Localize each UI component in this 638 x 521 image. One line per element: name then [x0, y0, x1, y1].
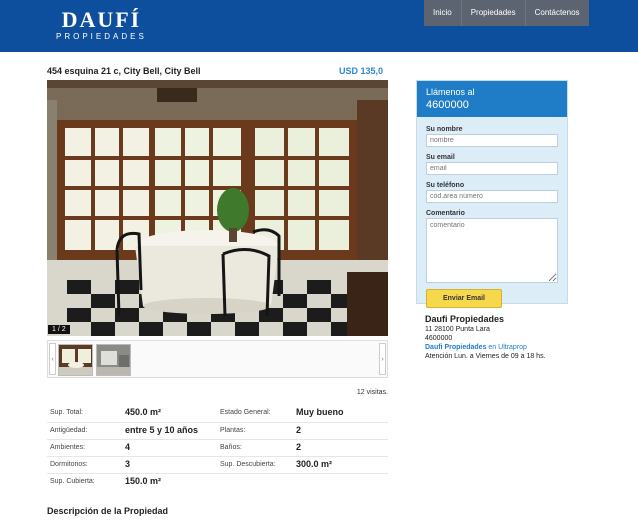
- contact-form-panel: Llámenos al 4600000 Su nombre Su email S…: [416, 80, 568, 308]
- thumbnail-strip: ‹ ›: [47, 340, 388, 378]
- features-row: Ambientes: 4 Baños: 2: [47, 439, 388, 456]
- description-heading: Descripción de la Propiedad: [47, 506, 169, 516]
- nav-inicio[interactable]: Inicio: [424, 0, 461, 26]
- agency-link[interactable]: Daufi Propiedades: [425, 344, 486, 351]
- features-row: Dormitorios: 3 Sup. Descubierta: 300.0 m…: [47, 456, 388, 473]
- contact-header: Llámenos al 4600000: [417, 81, 567, 117]
- feature-label: Sup. Total:: [50, 409, 83, 416]
- feature-value: 300.0 m²: [296, 459, 333, 469]
- agency-phone: 4600000: [425, 335, 453, 342]
- feature-value: 3: [125, 459, 131, 469]
- feature-label: Ambientes:: [50, 444, 86, 451]
- name-field[interactable]: [426, 134, 558, 147]
- photo-counter: 1 / 2: [48, 325, 70, 334]
- feature-value: 150.0 m²: [125, 476, 162, 486]
- visit-count: 12 visitas.: [356, 389, 388, 396]
- thumbnail-1[interactable]: [58, 344, 93, 376]
- send-email-button[interactable]: Enviar Email: [426, 289, 502, 308]
- feature-value: 2: [296, 425, 302, 435]
- thumbnail-2[interactable]: [96, 344, 131, 376]
- agency-address: 11 28100 Punta Lara: [425, 326, 490, 333]
- feature-label: Sup. Cubierta:: [50, 478, 95, 485]
- features-row: Sup. Cubierta: 150.0 m²: [47, 473, 388, 490]
- feature-value: Muy bueno: [296, 407, 344, 417]
- phone-label: Su teléfono: [426, 182, 465, 189]
- feature-value: entre 5 y 10 años: [125, 425, 199, 435]
- chevron-right-icon[interactable]: ›: [379, 343, 386, 375]
- feature-label: Antigüedad:: [50, 427, 88, 434]
- email-field[interactable]: [426, 162, 558, 175]
- name-label: Su nombre: [426, 126, 463, 133]
- chevron-left-icon[interactable]: ‹: [49, 343, 56, 375]
- feature-value: 450.0 m²: [125, 407, 162, 417]
- phone-field[interactable]: [426, 190, 558, 203]
- main-nav: Inicio Propiedades Contáctenos: [424, 0, 589, 26]
- feature-value: 4: [125, 442, 131, 452]
- contact-form: Su nombre Su email Su teléfono Comentari…: [417, 117, 567, 308]
- logo-wordmark: DAUFÍ: [61, 7, 142, 32]
- nav-contactenos[interactable]: Contáctenos: [524, 0, 589, 26]
- feature-label: Dormitorios:: [50, 461, 88, 468]
- contact-phone: 4600000: [426, 99, 469, 111]
- nav-propiedades[interactable]: Propiedades: [460, 0, 525, 26]
- features-table: Sup. Total: 450.0 m² Estado General: Muy…: [47, 405, 388, 490]
- feature-label: Baños:: [220, 444, 242, 451]
- dining-room-image: [47, 80, 388, 336]
- email-label: Su email: [426, 154, 455, 161]
- ultraprop-link[interactable]: en Ultraprop: [486, 344, 527, 351]
- contact-heading: Llámenos al: [426, 87, 475, 97]
- feature-label: Estado General:: [220, 409, 271, 416]
- property-price: USD 135,0: [339, 66, 384, 76]
- feature-label: Plantas:: [220, 427, 246, 434]
- feature-label: Sup. Descubierta:: [220, 461, 276, 468]
- feature-value: 2: [296, 442, 302, 452]
- logo-tagline: PROPIEDADES: [56, 32, 147, 41]
- comment-field[interactable]: [426, 218, 558, 283]
- site-header: DAUFÍ PROPIEDADES Inicio Propiedades Con…: [0, 0, 638, 52]
- agency-name: Daufi Propiedades: [425, 314, 505, 324]
- features-row: Sup. Total: 450.0 m² Estado General: Muy…: [47, 405, 388, 422]
- property-photo[interactable]: [47, 80, 388, 336]
- property-title: 454 esquina 21 c, City Bell, City Bell: [47, 66, 201, 76]
- comment-label: Comentario: [426, 210, 465, 217]
- agency-link-line: Daufi Propiedades en Ultraprop: [425, 343, 605, 352]
- agency-hours: Atención Lun. a Viernes de 09 a 18 hs.: [425, 353, 546, 360]
- agency-info: Daufi Propiedades 11 28100 Punta Lara 46…: [425, 314, 605, 361]
- features-row: Antigüedad: entre 5 y 10 años Plantas: 2: [47, 422, 388, 439]
- site-logo[interactable]: DAUFÍ PROPIEDADES: [56, 8, 147, 42]
